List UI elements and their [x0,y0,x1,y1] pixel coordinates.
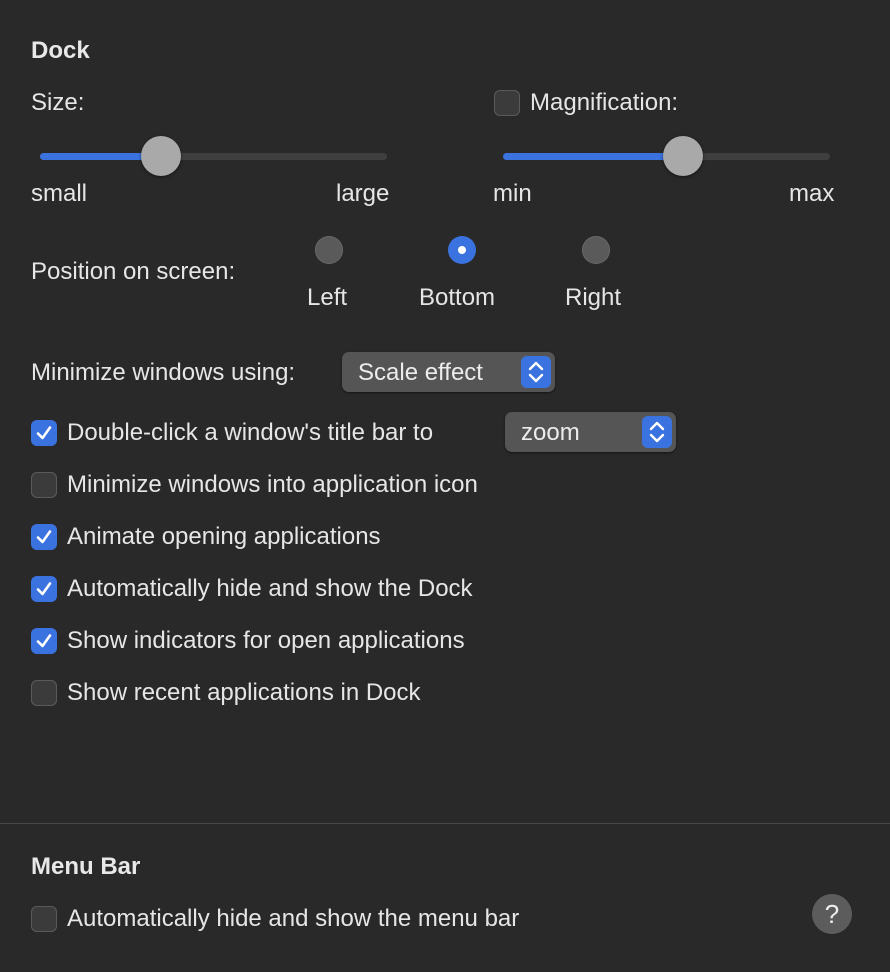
position-option-bottom-label: Bottom [419,284,496,311]
checkmark-icon [36,634,52,648]
autohide-menu-bar-checkbox[interactable] [31,906,57,932]
animate-opening-checkbox[interactable] [31,524,57,550]
magnification-checkbox[interactable] [494,90,520,116]
magnification-slider-fill [503,153,683,160]
size-slider-knob[interactable] [141,136,181,176]
magnification-slider[interactable] [503,136,830,176]
section-divider [0,823,890,824]
minimize-into-icon-checkbox[interactable] [31,472,57,498]
double-click-action-value: zoom [521,419,580,446]
double-click-checkbox[interactable] [31,420,57,446]
position-option-right-label: Right [565,284,622,311]
checkmark-icon [36,530,52,544]
menu-bar-section-title: Menu Bar [31,853,141,880]
size-max-label: large [336,180,390,207]
double-click-action-popup[interactable]: zoom [505,412,676,452]
minimize-into-icon-label: Minimize windows into application icon [67,471,478,498]
magnification-max-label: max [789,180,835,207]
autohide-dock-label: Automatically hide and show the Dock [67,575,473,602]
checkmark-icon [36,582,52,596]
magnification-label: Magnification: [530,89,679,116]
show-indicators-checkbox[interactable] [31,628,57,654]
show-recent-apps-label: Show recent applications in Dock [67,679,421,706]
minimize-effect-value: Scale effect [358,359,483,386]
size-label: Size: [31,89,85,116]
size-min-label: small [31,180,88,207]
size-slider[interactable] [40,136,387,176]
magnification-slider-knob[interactable] [663,136,703,176]
minimize-effect-popup[interactable]: Scale effect [342,352,555,392]
position-radio-left[interactable] [315,236,343,264]
autohide-dock-checkbox[interactable] [31,576,57,602]
magnification-min-label: min [493,180,532,207]
position-radio-bottom[interactable] [448,236,476,264]
help-button[interactable]: ? [812,894,852,934]
double-click-label: Double-click a window's title bar to [67,419,434,446]
chevron-updown-icon [521,356,551,388]
dock-section-title: Dock [31,37,90,64]
show-recent-apps-checkbox[interactable] [31,680,57,706]
show-indicators-label: Show indicators for open applications [67,627,465,654]
minimize-using-label: Minimize windows using: [31,359,296,386]
position-label: Position on screen: [31,258,236,285]
checkmark-icon [36,426,52,440]
chevron-updown-icon [642,416,672,448]
position-option-left-label: Left [307,284,348,311]
position-radio-right[interactable] [582,236,610,264]
animate-opening-label: Animate opening applications [67,523,381,550]
autohide-menu-bar-label: Automatically hide and show the menu bar [67,905,520,932]
